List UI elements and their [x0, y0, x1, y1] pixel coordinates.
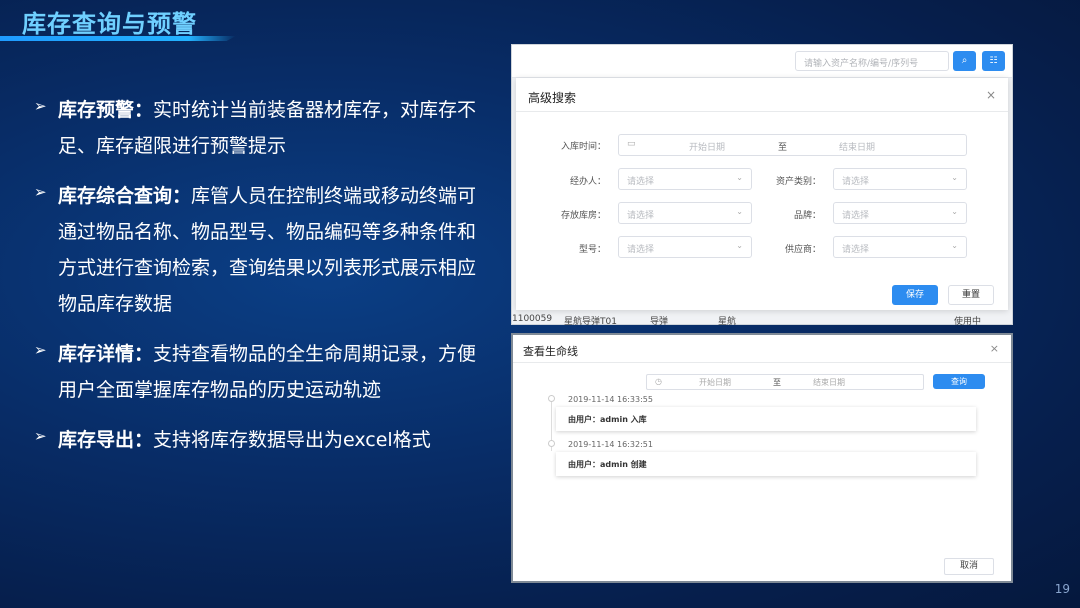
in-time-label: 入库时间：	[560, 142, 606, 152]
timeline-dot	[548, 395, 555, 402]
event-card: 由用户：admin 入库	[556, 407, 976, 431]
brand-label: 品牌：	[793, 211, 821, 221]
select-placeholder: 请选择	[842, 177, 870, 187]
brand-select[interactable]: 请选择 ⌄	[833, 202, 967, 224]
bullet-heading: 库存综合查询：	[58, 185, 192, 207]
toolbar: 请输入资产名称/编号/序列号 ⌕ ☷	[512, 45, 1012, 78]
chevron-down-icon: ⌄	[951, 241, 958, 250]
bullet-item: ➢ 库存详情：支持查看物品的全生命周期记录，方便用户全面掌握库存物品的历史运动轨…	[34, 336, 489, 408]
title-underline	[0, 36, 236, 41]
cell-status: 使用中	[954, 317, 982, 327]
title-bar: 库存查询与预警	[0, 0, 240, 44]
bullet-list: ➢ 库存预警：实时统计当前装备器材库存，对库存不足、库存超限进行预警提示 ➢ 库…	[34, 92, 489, 472]
select-placeholder: 请选择	[627, 177, 655, 187]
cell-name: 星航导弹T01	[564, 317, 617, 327]
search-input[interactable]: 请输入资产名称/编号/序列号	[795, 51, 949, 71]
model-select[interactable]: 请选择 ⌄	[618, 236, 752, 258]
dialog-title: 查看生命线	[523, 345, 578, 358]
advanced-search-button[interactable]: ☷	[982, 51, 1005, 71]
bullet-text: 库存详情：支持查看物品的全生命周期记录，方便用户全面掌握库存物品的历史运动轨迹	[58, 336, 489, 408]
dialog-header: 高级搜索 ×	[516, 78, 1008, 112]
select-placeholder: 请选择	[842, 211, 870, 221]
slide-title: 库存查询与预警	[22, 10, 197, 38]
save-button[interactable]: 保存	[892, 285, 938, 305]
supplier-select[interactable]: 请选择 ⌄	[833, 236, 967, 258]
event-time: 2019-11-14 16:33:55	[568, 395, 653, 404]
page-number: 19	[1054, 582, 1070, 596]
date-range-input[interactable]: ◷ 开始日期 至 结束日期	[646, 374, 924, 390]
chevron-down-icon: ⌄	[951, 173, 958, 182]
cancel-button[interactable]: 取消	[944, 558, 994, 575]
chevron-down-icon: ⌄	[736, 241, 743, 250]
lifecycle-screenshot: 查看生命线 × ◷ 开始日期 至 结束日期 查询 2019-11-14 16:3…	[511, 333, 1013, 583]
table-row[interactable]: 1100059 星航导弹T01 导弹 星航 使用中	[512, 313, 1012, 327]
cell-brand: 星航	[718, 317, 737, 327]
start-date-placeholder: 开始日期	[689, 143, 726, 153]
query-button[interactable]: 查询	[933, 374, 985, 389]
event-card: 由用户：admin 创建	[556, 452, 976, 476]
search-button[interactable]: ⌕	[953, 51, 976, 71]
close-icon[interactable]: ×	[986, 88, 996, 102]
date-range-input[interactable]: ▭ 开始日期 至 结束日期	[618, 134, 967, 156]
bullet-text: 库存预警：实时统计当前装备器材库存，对库存不足、库存超限进行预警提示	[58, 92, 489, 164]
bullet-heading: 库存详情：	[58, 343, 154, 365]
select-placeholder: 请选择	[627, 245, 655, 255]
arrow-bullet-icon: ➢	[34, 427, 47, 445]
clock-icon: ◷	[655, 377, 662, 386]
bullet-item: ➢ 库存导出：支持将库存数据导出为excel格式	[34, 422, 489, 458]
cell-type: 导弹	[650, 317, 669, 327]
bullet-text: 库存综合查询：库管人员在控制终端或移动终端可通过物品名称、物品型号、物品编码等多…	[58, 178, 489, 322]
advanced-search-dialog: 高级搜索 × 入库时间： ▭ 开始日期 至 结束日期 经办人： 请选择 ⌄ 资产类…	[516, 78, 1008, 310]
reset-button[interactable]: 重置	[948, 285, 994, 305]
model-label: 型号：	[578, 245, 606, 255]
supplier-label: 供应商：	[784, 245, 821, 255]
search-icon: ⌕	[961, 55, 968, 66]
bullet-text: 库存导出：支持将库存数据导出为excel格式	[58, 422, 431, 458]
end-date-placeholder: 结束日期	[813, 378, 845, 387]
bullet-heading: 库存预警：	[58, 99, 154, 121]
timeline-dot	[548, 440, 555, 447]
range-separator: 至	[778, 143, 788, 153]
arrow-bullet-icon: ➢	[34, 183, 47, 201]
dialog-title: 高级搜索	[528, 91, 577, 105]
advanced-search-screenshot: 请输入资产名称/编号/序列号 ⌕ ☷ 高级搜索 × 入库时间： ▭ 开始日期 至…	[511, 44, 1013, 327]
asset-type-label: 资产类别：	[775, 177, 821, 187]
calendar-icon: ▭	[627, 139, 636, 149]
asset-type-select[interactable]: 请选择 ⌄	[833, 168, 967, 190]
close-icon[interactable]: ×	[990, 342, 999, 355]
cell-code: 1100059	[512, 314, 553, 324]
bullet-body: 支持将库存数据导出为excel格式	[153, 429, 431, 451]
event-time: 2019-11-14 16:32:51	[568, 440, 653, 449]
bullet-item: ➢ 库存预警：实时统计当前装备器材库存，对库存不足、库存超限进行预警提示	[34, 92, 489, 164]
chevron-down-icon: ⌄	[736, 173, 743, 182]
select-placeholder: 请选择	[842, 245, 870, 255]
bullet-heading: 库存导出：	[58, 429, 154, 451]
chevron-down-icon: ⌄	[736, 207, 743, 216]
warehouse-select[interactable]: 请选择 ⌄	[618, 202, 752, 224]
handler-label: 经办人：	[569, 177, 606, 187]
warehouse-label: 存放库房：	[560, 211, 606, 221]
select-placeholder: 请选择	[627, 211, 655, 221]
chevron-down-icon: ⌄	[951, 207, 958, 216]
handler-select[interactable]: 请选择 ⌄	[618, 168, 752, 190]
dialog-header: 查看生命线 ×	[513, 335, 1011, 363]
arrow-bullet-icon: ➢	[34, 97, 47, 115]
bullet-item: ➢ 库存综合查询：库管人员在控制终端或移动终端可通过物品名称、物品型号、物品编码…	[34, 178, 489, 322]
arrow-bullet-icon: ➢	[34, 341, 47, 359]
range-separator: 至	[773, 378, 781, 387]
start-date-placeholder: 开始日期	[699, 378, 731, 387]
end-date-placeholder: 结束日期	[839, 143, 876, 153]
filter-icon: ☷	[989, 56, 998, 66]
